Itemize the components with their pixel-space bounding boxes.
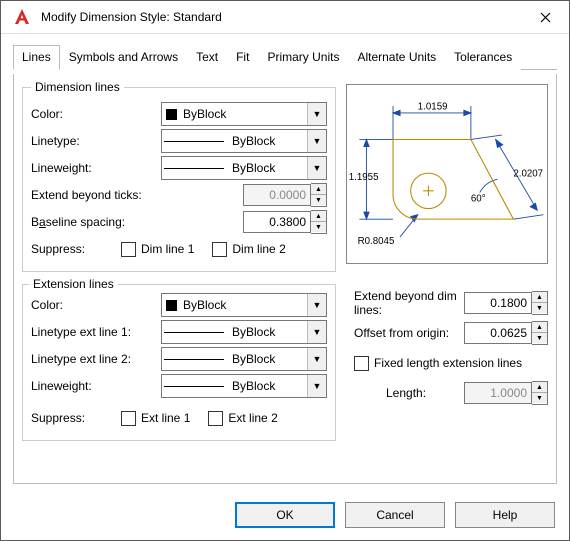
checkbox-icon <box>354 356 369 371</box>
titlebar: Modify Dimension Style: Standard <box>1 1 569 34</box>
combo-dim-color[interactable]: ByBlock ▼ <box>161 102 327 126</box>
checkbox-ext-line-2[interactable]: Ext line 2 <box>208 411 277 426</box>
combo-ext-color-value: ByBlock <box>183 298 324 312</box>
tab-bar: Lines Symbols and Arrows Text Fit Primar… <box>13 44 557 70</box>
help-button[interactable]: Help <box>455 502 555 528</box>
input-extend-beyond-ticks <box>243 184 311 206</box>
app-logo-icon <box>9 4 35 30</box>
tab-panel-lines: Dimension lines Color: ByBlock ▼ Linetyp… <box>13 74 557 484</box>
button-bar: OK Cancel Help <box>235 502 555 528</box>
color-swatch-icon <box>166 109 177 120</box>
preview-dim-top: 1.0159 <box>418 101 448 112</box>
dialog-window: Modify Dimension Style: Standard Lines S… <box>0 0 570 541</box>
preview-dim-diag: 2.0207 <box>513 169 543 180</box>
spinner-buttons[interactable]: ▲▼ <box>311 183 327 207</box>
label-offset-from-origin: Offset from origin: <box>354 326 464 340</box>
chevron-down-icon: ▼ <box>307 294 326 316</box>
tab-text[interactable]: Text <box>187 45 227 70</box>
tab-primary-units[interactable]: Primary Units <box>258 45 348 70</box>
spinner-extend-beyond-dim-lines[interactable]: ▲▼ <box>464 291 548 315</box>
window-title: Modify Dimension Style: Standard <box>41 10 523 24</box>
input-fixed-length <box>464 382 532 404</box>
chevron-down-icon: ▼ <box>307 348 326 370</box>
label-ext-lt2: Linetype ext line 2: <box>31 352 161 366</box>
checkbox-icon <box>121 411 136 426</box>
ok-button[interactable]: OK <box>235 502 335 528</box>
checkbox-icon <box>121 242 136 257</box>
preview-dim-angle: 60° <box>471 193 486 204</box>
combo-ext-lineweight[interactable]: ByBlock ▼ <box>161 374 327 398</box>
tab-alternate-units[interactable]: Alternate Units <box>348 45 445 70</box>
chevron-down-icon: ▼ <box>307 103 326 125</box>
chevron-down-icon: ▼ <box>307 130 326 152</box>
label-ext-color: Color: <box>31 298 161 312</box>
checkbox-label: Dim line 2 <box>232 242 285 256</box>
tab-symbols[interactable]: Symbols and Arrows <box>60 45 187 70</box>
input-baseline-spacing[interactable] <box>243 211 311 233</box>
tab-tolerances[interactable]: Tolerances <box>445 45 521 70</box>
chevron-down-icon: ▼ <box>307 157 326 179</box>
label-extend-beyond-dim-lines: Extend beyond dim lines: <box>354 289 464 317</box>
checkbox-label: Dim line 1 <box>141 242 194 256</box>
color-swatch-icon <box>166 300 177 311</box>
checkbox-icon <box>208 411 223 426</box>
chevron-down-icon: ▼ <box>307 321 326 343</box>
label-extend-beyond-ticks: Extend beyond ticks: <box>31 188 211 202</box>
input-extend-beyond-dim-lines[interactable] <box>464 292 532 314</box>
combo-dim-lineweight[interactable]: ByBlock ▼ <box>161 156 327 180</box>
label-ext-suppress: Suppress: <box>31 411 121 425</box>
checkbox-dim-line-1[interactable]: Dim line 1 <box>121 242 194 257</box>
label-ext-lt1: Linetype ext line 1: <box>31 325 161 339</box>
checkbox-dim-line-2[interactable]: Dim line 2 <box>212 242 285 257</box>
group-dimension-lines: Dimension lines Color: ByBlock ▼ Linetyp… <box>22 80 336 272</box>
lineweight-sample-icon <box>164 386 224 387</box>
linetype-sample-icon <box>164 141 224 142</box>
tab-lines[interactable]: Lines <box>13 45 60 70</box>
spinner-fixed-length[interactable]: ▲▼ <box>464 381 548 405</box>
label-fixed-length: Length: <box>354 386 464 400</box>
checkbox-icon <box>212 242 227 257</box>
spinner-offset-from-origin[interactable]: ▲▼ <box>464 321 548 345</box>
legend-extension-lines: Extension lines <box>29 277 118 291</box>
spinner-buttons[interactable]: ▲▼ <box>532 381 548 405</box>
preview-dim-left: 1.1955 <box>349 172 379 183</box>
linetype-sample-icon <box>164 332 224 333</box>
label-dim-lineweight: Lineweight: <box>31 161 161 175</box>
checkbox-ext-line-1[interactable]: Ext line 1 <box>121 411 190 426</box>
checkbox-label: Ext line 1 <box>141 411 190 425</box>
combo-dim-color-value: ByBlock <box>183 107 324 121</box>
preview-dim-radius: R0.8045 <box>358 236 395 247</box>
lineweight-sample-icon <box>164 168 224 169</box>
label-dim-color: Color: <box>31 107 161 121</box>
legend-dimension-lines: Dimension lines <box>31 80 124 94</box>
checkbox-label: Fixed length extension lines <box>374 356 522 370</box>
input-offset-from-origin[interactable] <box>464 322 532 344</box>
spinner-buttons[interactable]: ▲▼ <box>532 321 548 345</box>
combo-ext-lt1[interactable]: ByBlock ▼ <box>161 320 327 344</box>
chevron-down-icon: ▼ <box>307 375 326 397</box>
combo-dim-linetype[interactable]: ByBlock ▼ <box>161 129 327 153</box>
checkbox-label: Ext line 2 <box>228 411 277 425</box>
group-extension-lines: Extension lines Color: ByBlock ▼ <box>22 278 336 441</box>
label-ext-lineweight: Lineweight: <box>31 379 161 393</box>
linetype-sample-icon <box>164 359 224 360</box>
combo-ext-lt2[interactable]: ByBlock ▼ <box>161 347 327 371</box>
label-dim-linetype: Linetype: <box>31 134 161 148</box>
tab-fit[interactable]: Fit <box>227 45 258 70</box>
close-button[interactable] <box>523 2 567 32</box>
combo-ext-color[interactable]: ByBlock ▼ <box>161 293 327 317</box>
label-dim-suppress: Suppress: <box>31 242 121 256</box>
spinner-buttons[interactable]: ▲▼ <box>532 291 548 315</box>
dialog-body: Lines Symbols and Arrows Text Fit Primar… <box>1 34 569 492</box>
checkbox-fixed-length[interactable]: Fixed length extension lines <box>354 356 522 371</box>
dimension-preview: 1.0159 1.1955 2.0207 60° R0.8045 <box>346 84 548 264</box>
spinner-baseline-spacing[interactable]: ▲▼ <box>243 210 327 234</box>
label-baseline-spacing: Baseline spacing: <box>31 215 211 229</box>
spinner-buttons[interactable]: ▲▼ <box>311 210 327 234</box>
cancel-button[interactable]: Cancel <box>345 502 445 528</box>
spinner-extend-beyond-ticks[interactable]: ▲▼ <box>243 183 327 207</box>
